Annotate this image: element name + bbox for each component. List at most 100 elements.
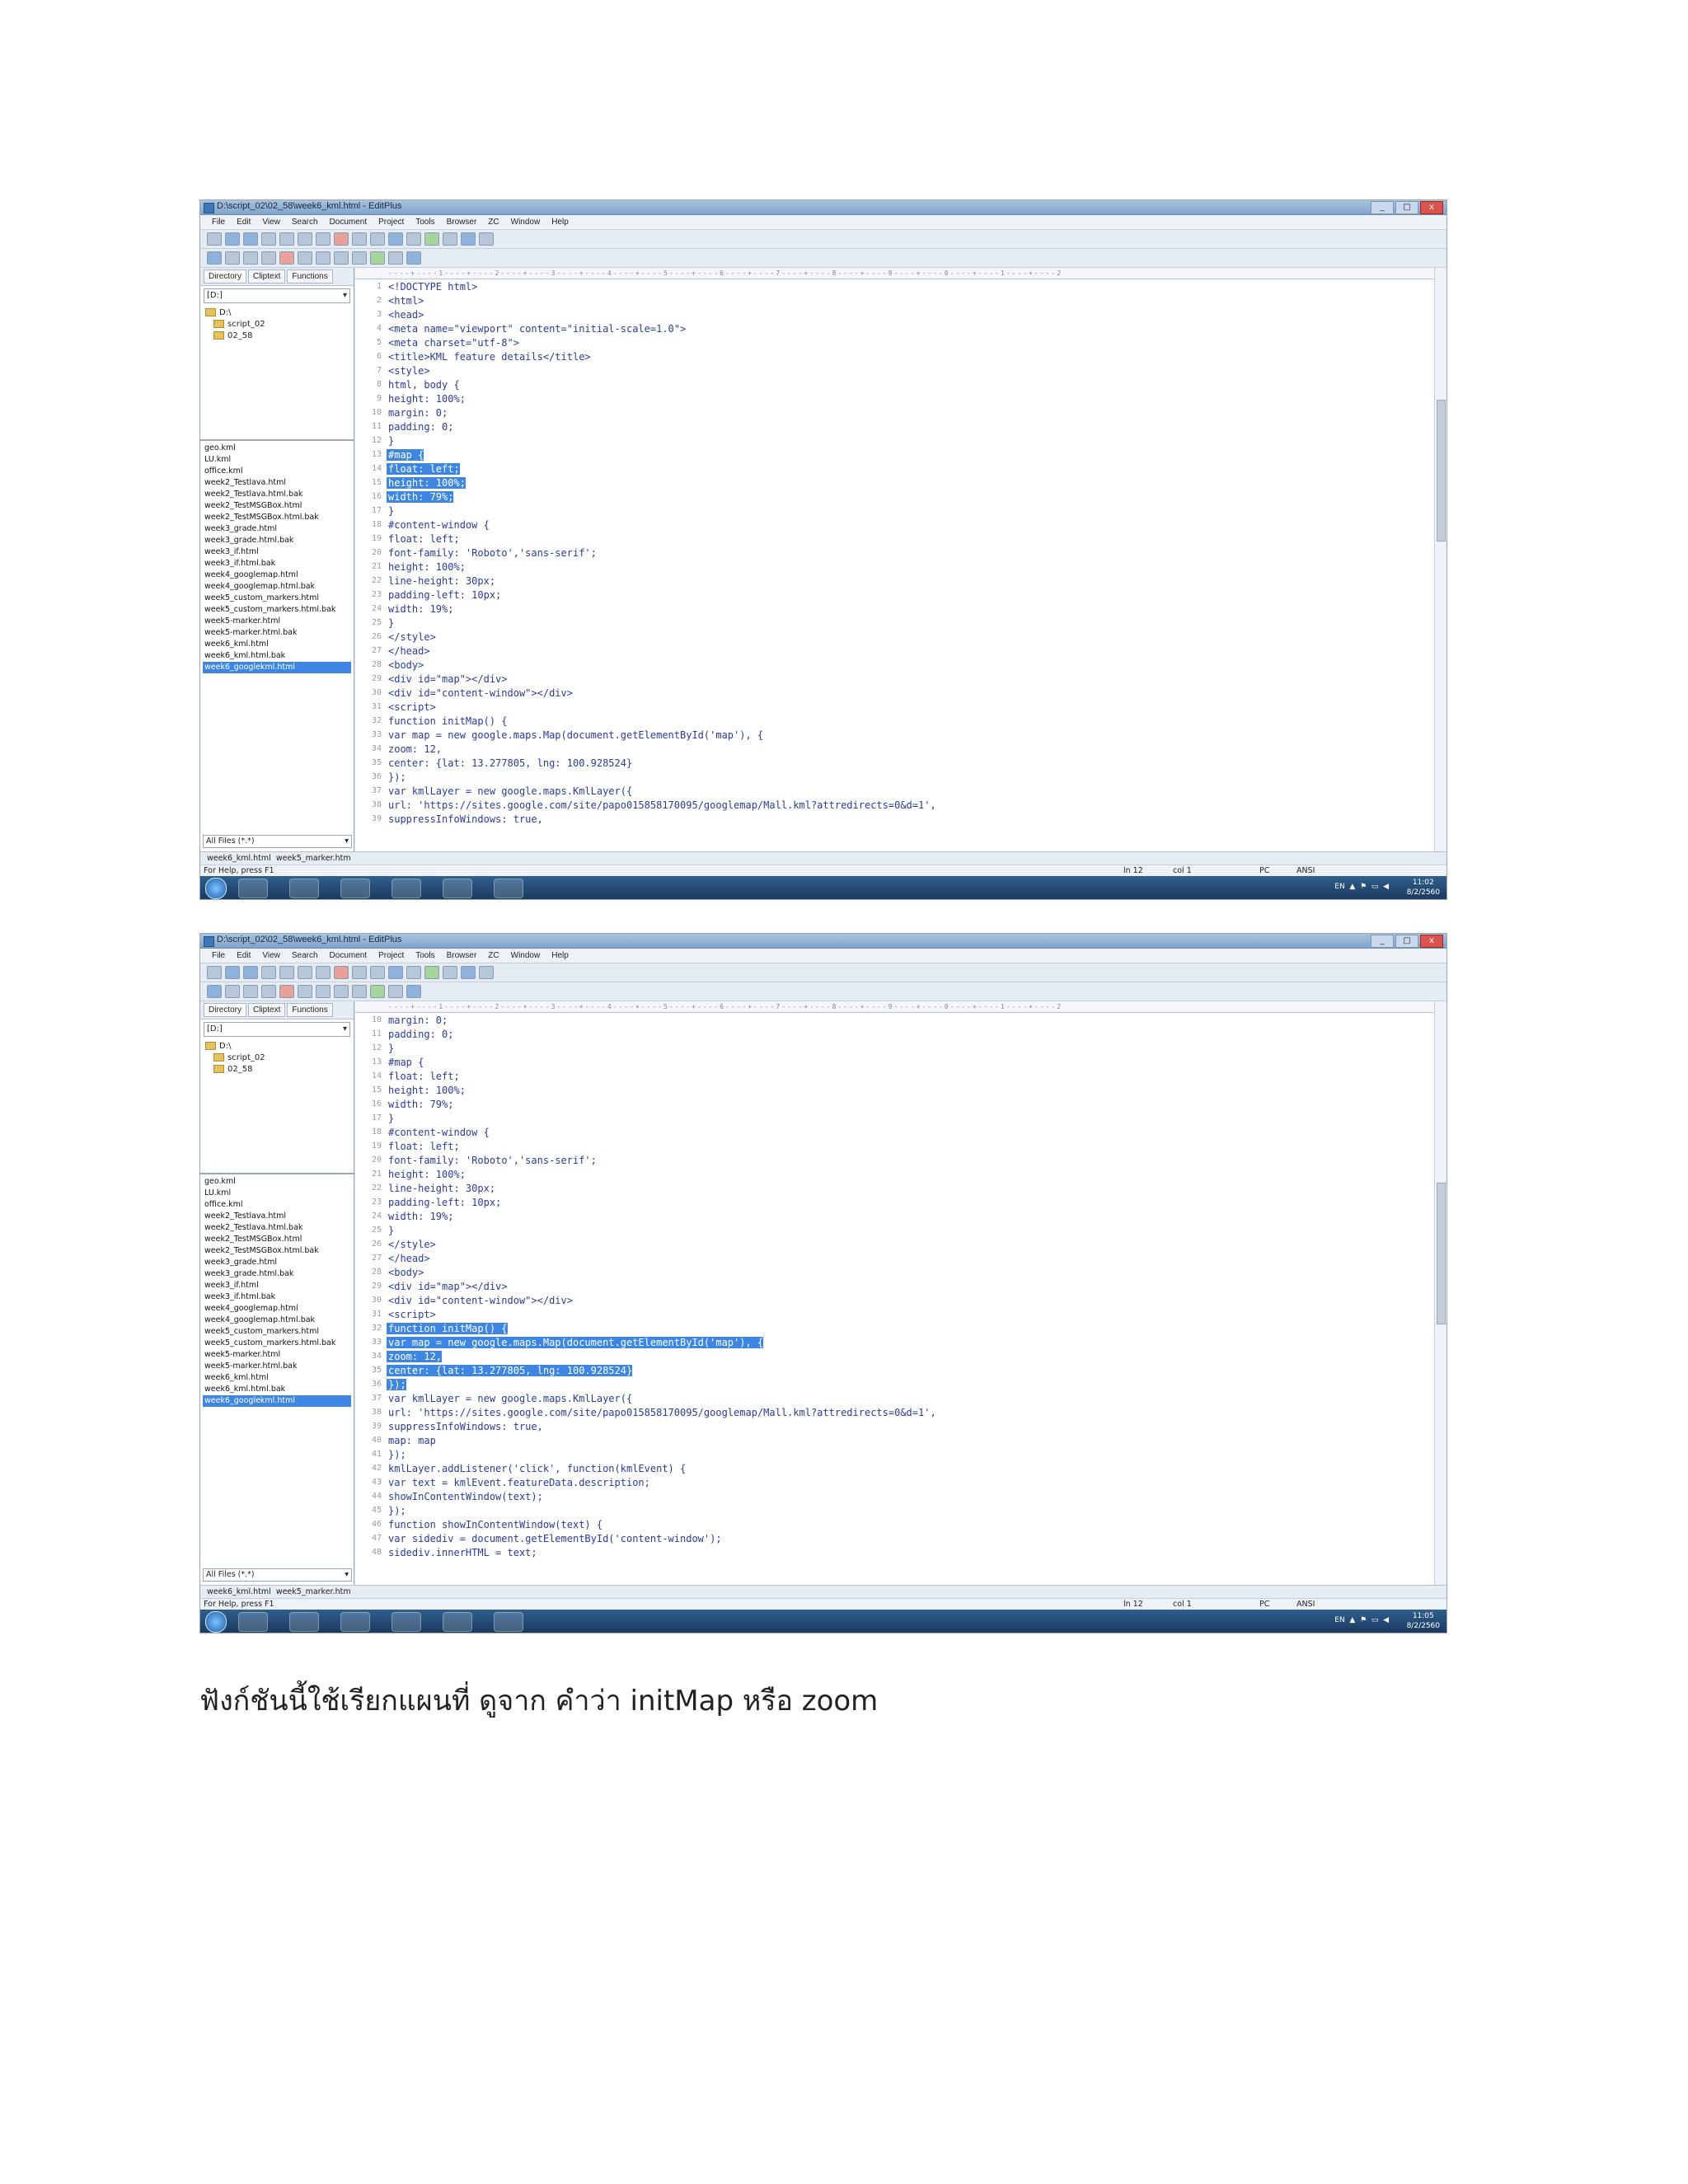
code-line[interactable]: 11 padding: 0; (355, 419, 1435, 434)
explorer-icon[interactable] (238, 879, 268, 898)
replace-icon[interactable] (406, 966, 421, 979)
file-item[interactable]: week3_if.html (203, 1280, 351, 1291)
code-text[interactable]: url: 'https://sites.google.com/site/papo… (387, 1407, 936, 1418)
code-line[interactable]: 23 padding-left: 10px; (355, 588, 1435, 602)
tree-item[interactable]: 02_58 (205, 330, 349, 342)
scroll-thumb[interactable] (1437, 1183, 1446, 1324)
image-icon[interactable] (316, 251, 331, 265)
ruler-icon[interactable] (479, 232, 494, 246)
code-line[interactable]: 40 map: map (355, 1433, 1435, 1447)
file-item[interactable]: week4_googlemap.html (203, 1303, 351, 1315)
file-item[interactable]: week4_googlemap.html.bak (203, 1315, 351, 1326)
file-item[interactable]: week5-marker.html (203, 616, 351, 627)
code-line[interactable]: 12} (355, 434, 1435, 448)
file-item[interactable]: week3_grade.html (203, 523, 351, 535)
code-text[interactable]: <meta name="viewport" content="initial-s… (387, 323, 686, 335)
app-icon[interactable] (392, 1612, 421, 1632)
code-line[interactable]: 30 <div id="content-window"></div> (355, 686, 1435, 700)
code-line[interactable]: 36}); (355, 770, 1435, 784)
code-line[interactable]: 31 <script> (355, 1307, 1435, 1321)
code-line[interactable]: 42 kmlLayer.addListener('click', function… (355, 1461, 1435, 1475)
code-line[interactable]: 34 zoom: 12, (355, 1349, 1435, 1363)
code-line[interactable]: 37 var kmlLayer = new google.maps.KmlLaye… (355, 784, 1435, 798)
tab-functions[interactable]: Functions (287, 1003, 333, 1017)
code-line[interactable]: 14 float: left; (355, 462, 1435, 476)
code-text[interactable]: suppressInfoWindows: true, (387, 813, 543, 825)
close-button[interactable]: x (1420, 935, 1443, 948)
code-line[interactable]: 15 height: 100%; (355, 1083, 1435, 1097)
code-text[interactable]: #content-window { (387, 519, 490, 531)
code-line[interactable]: 26 </style> (355, 1237, 1435, 1251)
file-item[interactable]: week2_TestMSGBox.html.bak (203, 1245, 351, 1257)
form-icon[interactable] (370, 985, 385, 998)
code-line[interactable]: 11 padding: 0; (355, 1027, 1435, 1041)
bold-icon[interactable] (225, 985, 240, 998)
print-icon[interactable] (261, 966, 276, 979)
tree-item[interactable]: 02_58 (205, 1064, 349, 1076)
code-text-selected[interactable]: function initMap() { (387, 1322, 508, 1334)
code-line[interactable]: 22 line-height: 30px; (355, 1181, 1435, 1195)
comment-icon[interactable] (388, 251, 403, 265)
minimize-button[interactable]: _ (1371, 935, 1394, 948)
code-text[interactable]: var kmlLayer = new google.maps.KmlLayer(… (387, 1393, 632, 1404)
code-line[interactable]: 29 <div id="map"></div> (355, 1279, 1435, 1293)
code-text[interactable]: height: 100%; (387, 393, 466, 405)
code-text[interactable]: <div id="map"></div> (387, 1281, 508, 1292)
menu-tools[interactable]: Tools (415, 215, 434, 229)
menu-file[interactable]: File (212, 215, 225, 229)
code-line[interactable]: 16 width: 79%; (355, 490, 1435, 504)
file-item[interactable]: week5-marker.html (203, 1349, 351, 1361)
word-icon[interactable] (443, 1612, 472, 1632)
find-icon[interactable] (388, 232, 403, 246)
code-text[interactable]: <body> (387, 1267, 424, 1278)
tab-directory[interactable]: Directory (204, 1003, 247, 1017)
file-item[interactable]: week2_Testlava.html (203, 1211, 351, 1222)
code-text[interactable]: padding: 0; (387, 421, 453, 433)
check-icon[interactable] (424, 966, 439, 979)
font-color-icon[interactable] (279, 985, 294, 998)
tree-item[interactable]: D:\ (205, 307, 349, 319)
menu-window[interactable]: Window (511, 215, 541, 229)
preview-icon[interactable] (406, 985, 421, 998)
code-line[interactable]: 35 center: {lat: 13.277805, lng: 100.9285… (355, 1363, 1435, 1377)
doc-tab-week5-marker[interactable]: week5_marker.htm (276, 852, 351, 865)
check-icon[interactable] (424, 232, 439, 246)
anchor-icon[interactable] (298, 251, 312, 265)
file-item[interactable]: office.kml (203, 1199, 351, 1211)
code-text-selected[interactable]: height: 100%; (387, 476, 466, 489)
new-file-icon[interactable] (207, 232, 222, 246)
code-line[interactable]: 2 <html> (355, 293, 1435, 307)
save-icon[interactable] (243, 966, 258, 979)
code-line[interactable]: 29 <div id="map"></div> (355, 672, 1435, 686)
code-line[interactable]: 25} (355, 616, 1435, 630)
paste-icon[interactable] (316, 966, 331, 979)
code-line[interactable]: 32 function initMap() { (355, 714, 1435, 728)
code-text[interactable]: zoom: 12, (387, 743, 442, 755)
explorer-icon[interactable] (238, 1612, 268, 1632)
code-text[interactable]: }); (387, 771, 406, 783)
code-text[interactable]: float: left; (387, 533, 460, 545)
code-line[interactable]: 35 center: {lat: 13.277805, lng: 100.9285… (355, 756, 1435, 770)
code-text[interactable]: width: 79%; (387, 1099, 453, 1110)
redo-icon[interactable] (370, 232, 385, 246)
code-line[interactable]: 13 #map { (355, 448, 1435, 462)
code-text[interactable]: <style> (387, 365, 430, 377)
code-line[interactable]: 43 var text = kmlEvent.featureData.descri… (355, 1475, 1435, 1489)
code-line[interactable]: 16 width: 79%; (355, 1097, 1435, 1111)
code-text[interactable]: kmlLayer.addListener('click', function(k… (387, 1463, 686, 1474)
code-text[interactable]: <meta charset="utf-8"> (387, 337, 519, 349)
code-text[interactable]: </head> (387, 645, 430, 657)
undo-icon[interactable] (352, 232, 367, 246)
wordwrap-icon[interactable] (443, 966, 457, 979)
menu-help[interactable]: Help (551, 949, 569, 963)
menu-help[interactable]: Help (551, 215, 569, 229)
code-line[interactable]: 7 <style> (355, 363, 1435, 377)
open-icon[interactable] (225, 966, 240, 979)
italic-icon[interactable] (243, 985, 258, 998)
paste-icon[interactable] (316, 232, 331, 246)
file-item[interactable]: week2_TestMSGBox.html.bak (203, 512, 351, 523)
code-text[interactable]: } (387, 435, 394, 447)
code-text[interactable]: line-height: 30px; (387, 575, 495, 587)
delete-icon[interactable] (334, 966, 349, 979)
start-button-icon[interactable] (205, 1611, 227, 1633)
